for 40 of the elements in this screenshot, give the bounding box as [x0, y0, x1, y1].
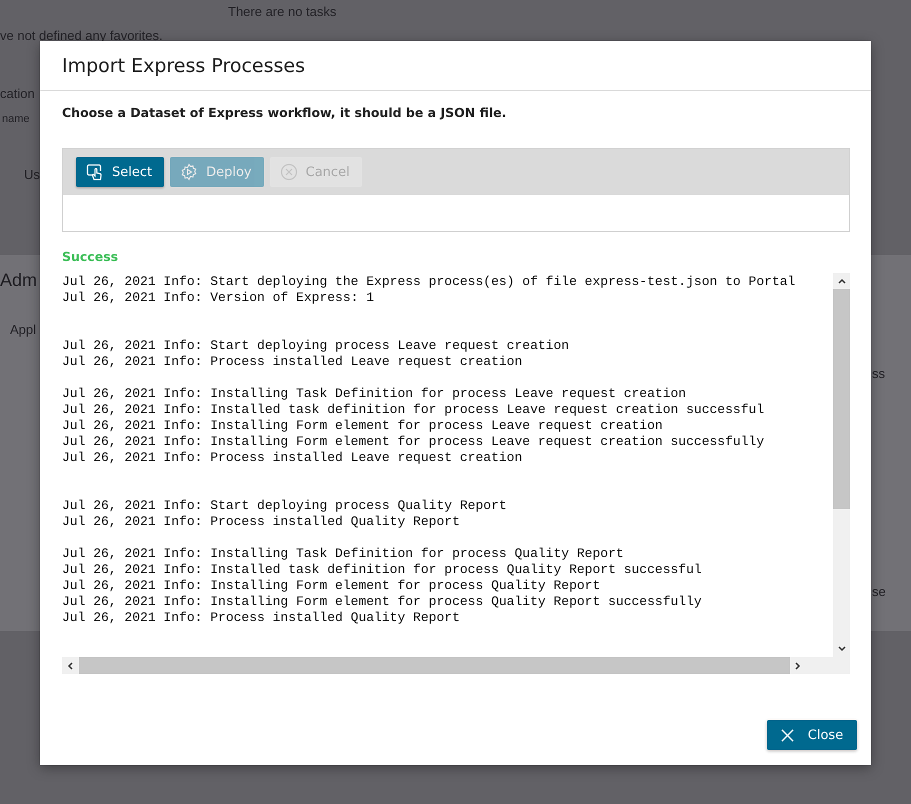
close-icon [780, 728, 794, 742]
log-line: Jul 26, 2021 Info: Installing Task Definition for process Leave request creation [62, 386, 688, 402]
log-line: Jul 26, 2021 Info: Process installed Quality Report [62, 610, 461, 626]
background-text: ve not defined any favorites. [0, 28, 163, 43]
select-button[interactable]: Select [76, 157, 164, 187]
log-line: Jul 26, 2021 Info: Process installed Quality Report [62, 514, 461, 530]
gear-play-icon [180, 163, 198, 181]
horizontal-scrollbar[interactable] [62, 657, 850, 674]
cancel-circle-icon [280, 163, 298, 181]
log-line: Jul 26, 2021 Info: Installed task definition for process Leave request creation successful [62, 402, 766, 418]
log-line: Jul 26, 2021 Info: Version of Express: 1 [62, 290, 376, 306]
background-text: name [2, 113, 30, 125]
log-line: Jul 26, 2021 Info: Installing Form element for process Leave request creation successfully [62, 434, 766, 450]
log-line: Jul 26, 2021 Info: Installing Task Definition for process Quality Report [62, 546, 625, 562]
vertical-scrollbar[interactable] [833, 273, 850, 657]
log-line: Jul 26, 2021 Info: Installed task definition for process Quality Report successful [62, 562, 703, 578]
log-line: Jul 26, 2021 Info: Process installed Leave request creation [62, 354, 524, 370]
background-text: ss [872, 366, 885, 381]
background-text: Appl [10, 322, 36, 337]
scroll-right-icon[interactable] [794, 660, 802, 670]
background-text: Us [24, 167, 40, 182]
background-text: There are no tasks [228, 4, 336, 19]
log-line: Jul 26, 2021 Info: Installing Form element for process Quality Report [62, 578, 602, 594]
scroll-down-icon[interactable] [836, 645, 846, 653]
status-text: Success [62, 249, 120, 263]
log-line: Jul 26, 2021 Info: Start deploying process Leave request creation [62, 338, 570, 354]
background-text: Adm [0, 270, 38, 291]
close-button[interactable]: Close [767, 720, 857, 750]
dialog-title: Import Express Processes [62, 54, 305, 76]
log-line: Jul 26, 2021 Info: Installing Form element for process Quality Report successfully [62, 594, 703, 610]
instruction-text: Choose a Dataset of Express workflow, it should be a JSON file. [62, 106, 508, 120]
log-line: Jul 26, 2021 Info: Process installed Leave request creation [62, 450, 524, 466]
hand-pointer-icon [86, 163, 104, 181]
scroll-up-icon[interactable] [836, 277, 846, 285]
log-line: Jul 26, 2021 Info: Start deploying process Quality Report [62, 498, 508, 514]
log-line: Jul 26, 2021 Info: Start deploying the Express process(es) of file express-test.json to Portal [62, 274, 796, 290]
background-text: cation [0, 86, 35, 101]
log-line: Jul 26, 2021 Info: Installing Form element for process Leave request creation [62, 418, 664, 434]
background-text: se [872, 584, 886, 599]
scroll-left-icon[interactable] [66, 660, 74, 670]
